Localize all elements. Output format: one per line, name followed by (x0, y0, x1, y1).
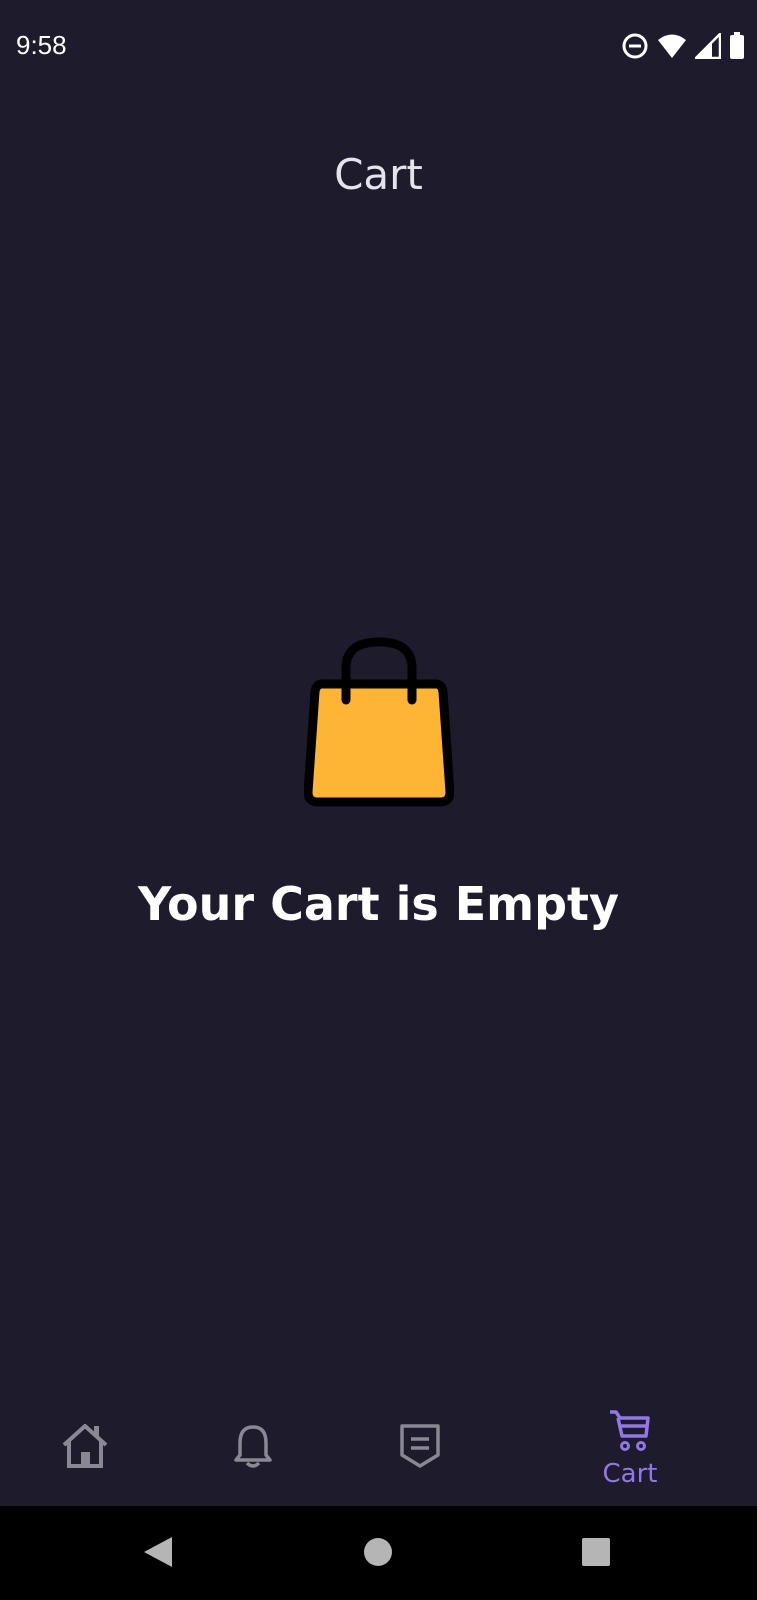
recents-icon (581, 1537, 611, 1572)
status-time: 9:58 (16, 30, 67, 60)
battery-icon (729, 32, 745, 60)
empty-cart-message: Your Cart is Empty (137, 877, 620, 931)
cellular-signal-icon (695, 33, 721, 59)
cart-icon (608, 1408, 652, 1457)
recents-button[interactable] (574, 1532, 618, 1576)
bell-icon (233, 1423, 273, 1474)
nav-cart-label: Cart (602, 1458, 658, 1489)
status-icons (621, 32, 745, 60)
status-bar: 9:58 (0, 0, 757, 96)
nav-home[interactable] (40, 1390, 130, 1506)
nav-notifications[interactable] (208, 1390, 298, 1506)
app-header: Cart (0, 150, 757, 199)
back-button[interactable] (136, 1532, 180, 1576)
empty-cart-state: Your Cart is Empty (0, 630, 757, 931)
page-title: Cart (334, 150, 423, 199)
system-navigation-bar (0, 1506, 757, 1600)
home-icon (60, 1423, 110, 1474)
home-circle-icon (362, 1536, 394, 1573)
back-icon (142, 1535, 174, 1574)
home-button[interactable] (356, 1532, 400, 1576)
shopping-bag-icon (303, 630, 454, 825)
do-not-disturb-icon (621, 32, 649, 60)
bottom-navigation: Cart (0, 1390, 757, 1506)
nav-orders[interactable] (375, 1390, 465, 1506)
shield-badge-icon (399, 1423, 441, 1474)
wifi-icon (657, 33, 687, 59)
nav-cart[interactable]: Cart (580, 1390, 680, 1506)
